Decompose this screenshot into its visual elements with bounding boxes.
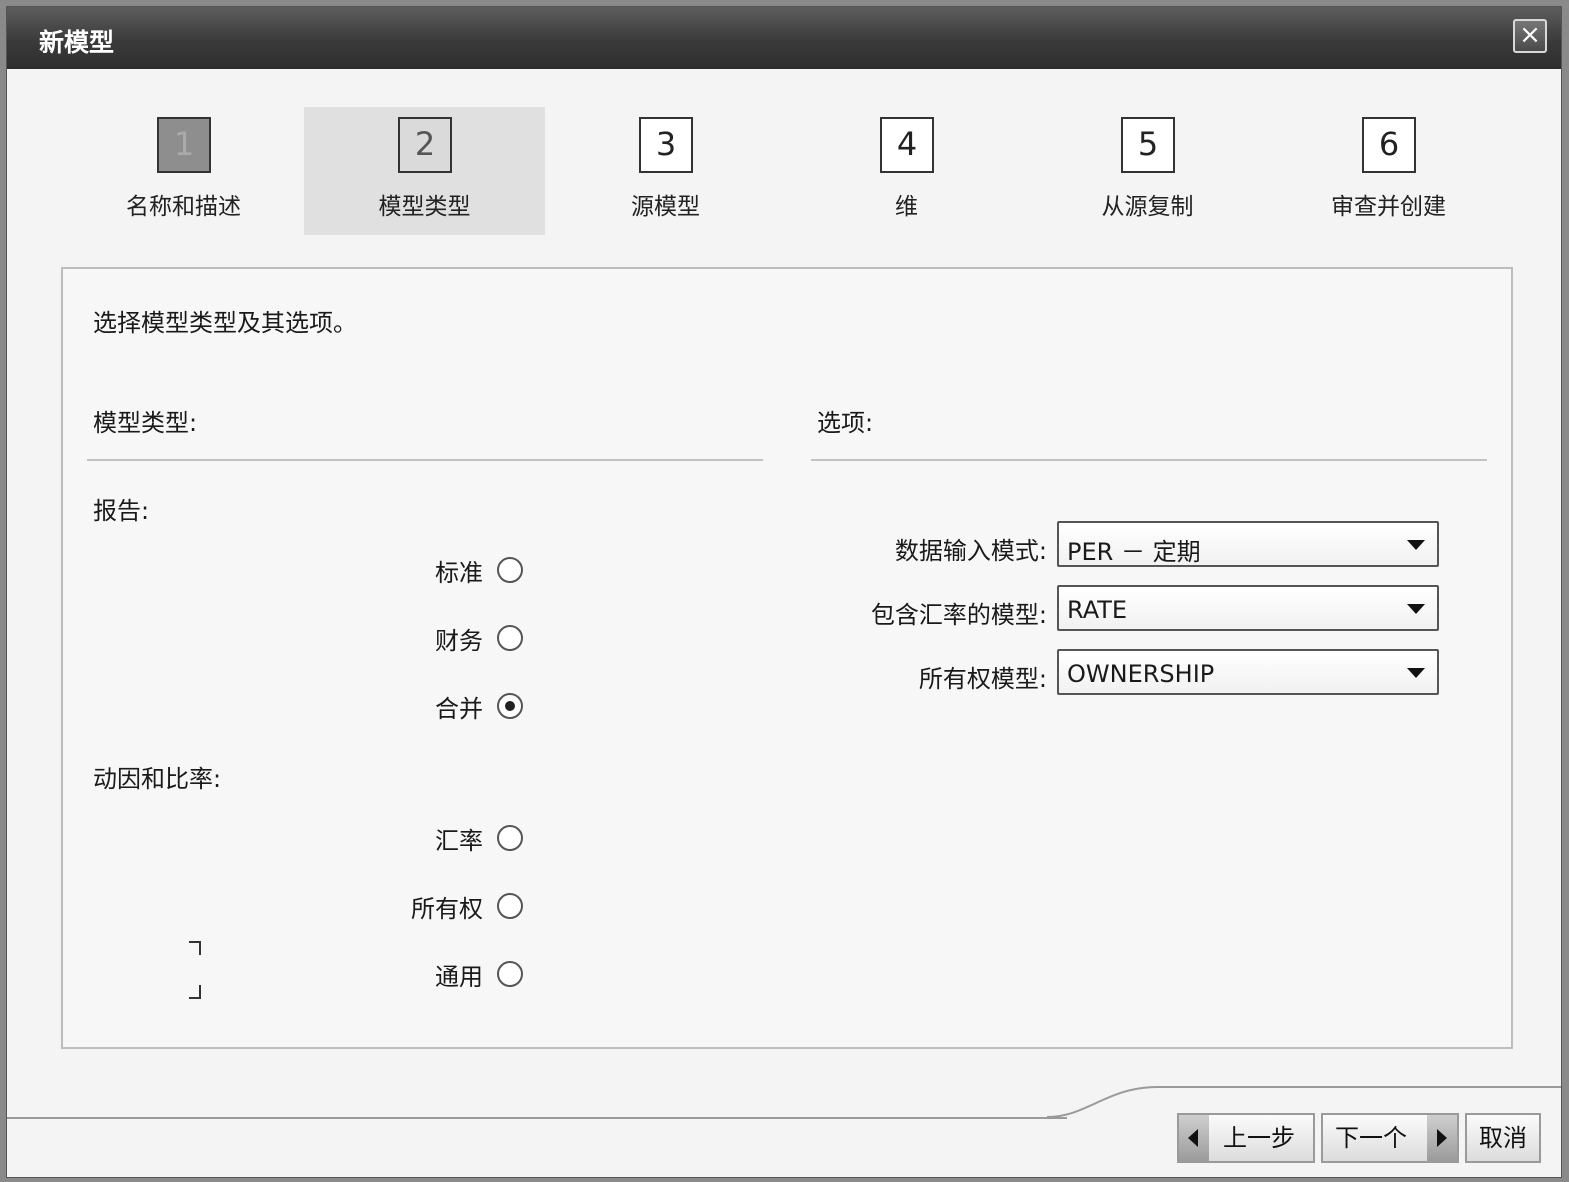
radio-label: 标准	[435, 558, 483, 587]
radio-circle-icon[interactable]	[497, 961, 523, 987]
previous-label: 上一步	[1223, 1124, 1295, 1152]
ownership-model-label: 所有权模型:	[918, 665, 1047, 693]
step-1[interactable]: 1 名称和描述	[63, 107, 304, 235]
next-label: 下一个	[1335, 1124, 1407, 1152]
radio-selected-icon[interactable]	[497, 693, 523, 719]
step-3[interactable]: 3 源模型	[545, 107, 786, 235]
previous-button[interactable]: 上一步	[1177, 1113, 1315, 1163]
arrow-right-icon	[1427, 1115, 1457, 1161]
ownership-model-row: 所有权模型: OWNERSHIP	[803, 649, 1443, 697]
new-model-dialog: 新模型 × 1 名称和描述 2 模型类型 3 源模型 4 维 5 从源复制 6 …	[6, 6, 1562, 1178]
radio-circle-icon[interactable]	[497, 625, 523, 651]
step-label: 从源复制	[1101, 194, 1194, 220]
radio-standard[interactable]: 标准	[363, 553, 523, 587]
radio-label: 所有权	[411, 894, 483, 923]
radio-label: 通用	[435, 962, 483, 991]
rate-model-row: 包含汇率的模型: RATE	[803, 585, 1443, 633]
model-type-panel: 选择模型类型及其选项。 模型类型: 选项: 报告: 标准 财务 合并 动因和比率…	[61, 267, 1513, 1049]
step-number: 1	[157, 117, 211, 173]
radio-circle-icon[interactable]	[497, 825, 523, 851]
step-number: 6	[1362, 117, 1416, 173]
radio-circle-icon[interactable]	[497, 893, 523, 919]
wizard-steps: 1 名称和描述 2 模型类型 3 源模型 4 维 5 从源复制 6 审查并创建	[63, 107, 1509, 235]
data-entry-mode-row: 数据输入模式: PER － 定期	[803, 521, 1443, 569]
radio-label: 财务	[435, 626, 483, 655]
close-icon[interactable]: ×	[1513, 19, 1547, 53]
instruction-text: 选择模型类型及其选项。	[93, 309, 357, 337]
title-bar[interactable]: 新模型 ×	[7, 7, 1561, 69]
step-number: 2	[398, 117, 452, 173]
divider	[811, 459, 1487, 461]
report-group-label: 报告:	[93, 497, 150, 525]
step-label: 审查并创建	[1331, 194, 1446, 220]
step-number: 4	[880, 117, 934, 173]
step-2[interactable]: 2 模型类型	[304, 107, 545, 235]
radio-rate[interactable]: 汇率	[363, 821, 523, 855]
radio-circle-icon[interactable]	[497, 557, 523, 583]
dropdown-arrow-icon[interactable]	[1407, 540, 1425, 550]
cancel-button[interactable]: 取消	[1465, 1113, 1541, 1163]
arrow-left-icon	[1179, 1115, 1209, 1161]
step-4[interactable]: 4 维	[786, 107, 1027, 235]
dialog-title: 新模型	[39, 28, 115, 57]
radio-ownership[interactable]: 所有权	[363, 889, 523, 923]
radio-finance[interactable]: 财务	[363, 621, 523, 655]
dropdown-arrow-icon[interactable]	[1407, 604, 1425, 614]
data-entry-mode-select[interactable]: PER － 定期	[1057, 521, 1439, 567]
data-entry-mode-label: 数据输入模式:	[894, 537, 1047, 565]
footer-divider	[7, 1117, 1067, 1119]
driver-group-label: 动因和比率:	[93, 765, 222, 793]
step-label: 源模型	[631, 194, 700, 220]
step-5[interactable]: 5 从源复制	[1027, 107, 1268, 235]
rate-model-label: 包含汇率的模型:	[870, 601, 1047, 629]
bracket-mark-icon	[189, 941, 201, 955]
ownership-model-select[interactable]: OWNERSHIP	[1057, 649, 1439, 695]
bracket-mark-icon	[189, 985, 201, 999]
model-type-heading: 模型类型:	[93, 409, 198, 437]
radio-label: 汇率	[435, 826, 483, 855]
dropdown-arrow-icon[interactable]	[1407, 668, 1425, 678]
next-button[interactable]: 下一个	[1321, 1113, 1459, 1163]
step-label: 维	[895, 194, 918, 220]
select-value: PER － 定期	[1067, 538, 1201, 566]
radio-generic[interactable]: 通用	[363, 957, 523, 991]
step-label: 模型类型	[378, 194, 471, 220]
select-value: RATE	[1067, 596, 1128, 624]
step-6[interactable]: 6 审查并创建	[1268, 107, 1509, 235]
step-label: 名称和描述	[126, 194, 241, 220]
options-heading: 选项:	[817, 409, 874, 437]
rate-model-select[interactable]: RATE	[1057, 585, 1439, 631]
select-value: OWNERSHIP	[1067, 660, 1215, 688]
divider	[87, 459, 763, 461]
step-number: 5	[1121, 117, 1175, 173]
step-number: 3	[639, 117, 693, 173]
radio-consolidation[interactable]: 合并	[363, 689, 523, 723]
radio-label: 合并	[435, 694, 483, 723]
